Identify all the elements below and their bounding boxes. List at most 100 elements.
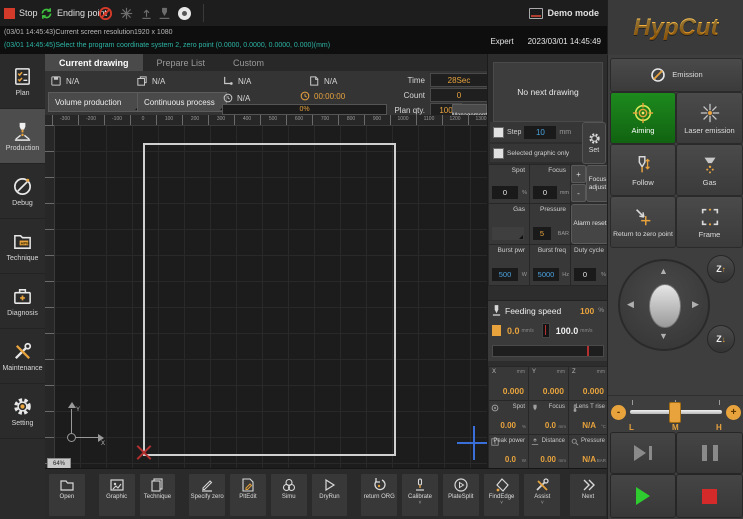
process-mode-select[interactable]: Continuous process (137, 92, 227, 112)
follow-toggle-button[interactable] (158, 0, 171, 26)
return-org-icon (371, 477, 387, 493)
findedge-button[interactable]: FindEdge ˅ (483, 473, 521, 517)
open-button[interactable]: Open (48, 473, 86, 517)
frame-button[interactable]: Frame (676, 196, 743, 248)
count-value: 0 (430, 88, 488, 102)
diagnosis-icon (12, 286, 33, 307)
feeding-speed-panel: Feeding speed 100 % 0.0 mm/s 100.0 mm/s (488, 300, 608, 361)
spot-input[interactable]: 0 (492, 186, 518, 199)
dryrun-button[interactable]: DryRun (311, 473, 349, 517)
selected-graphic-checkbox[interactable] (493, 148, 504, 159)
focus-adjust-button[interactable]: Focus adjust (586, 165, 609, 202)
dropdown-caret: ˅ (541, 501, 544, 505)
focus-minus-button[interactable]: - (571, 184, 586, 202)
tab-custom[interactable]: Custom (219, 54, 278, 71)
emission-button[interactable]: Emission (610, 58, 743, 92)
focus-input[interactable]: 0 (533, 186, 557, 199)
specify-zero-button[interactable]: Specify zero (188, 473, 226, 517)
sidebar-item-setting[interactable]: Setting (0, 384, 45, 439)
jog-down-button[interactable]: ▼ (659, 332, 668, 341)
return-zero-label: Return to zero point (613, 231, 673, 239)
single-step-button[interactable] (610, 432, 676, 474)
focus-label: Focus (548, 167, 566, 174)
sidebar-item-diagnosis[interactable]: Diagnosis (0, 274, 45, 329)
demo-mode-indicator[interactable]: Demo mode (529, 0, 599, 26)
graphic-button[interactable]: Graphic (98, 473, 136, 517)
return-org-button[interactable]: return ORG (360, 473, 398, 517)
z-up-button[interactable]: Z ↑ (707, 255, 735, 283)
sidebar-item-debug[interactable]: Debug (0, 164, 45, 219)
sidebar-label: Maintenance (2, 365, 42, 372)
alarm-reset-button[interactable]: Alarm reset (571, 204, 609, 244)
follow-button[interactable]: Follow (610, 144, 676, 196)
frame-label: Frame (699, 231, 721, 239)
drawing-canvas[interactable]: -300-200-1000100200300400500600700800900… (45, 115, 487, 468)
speed-plus-button[interactable]: + (726, 405, 741, 420)
stop-square-icon (702, 489, 717, 504)
return-zero-button[interactable]: Return to zero point (610, 196, 676, 248)
feeding-speed-bar[interactable] (492, 345, 604, 357)
pause-button[interactable] (676, 432, 743, 474)
assist-button[interactable]: Assist ˅ (523, 473, 561, 517)
coord-z-value: 0.000 (583, 386, 604, 396)
duty-cycle-input[interactable]: 0 (574, 268, 596, 281)
laser-disable-button[interactable] (98, 0, 113, 26)
focus-button[interactable] (140, 0, 153, 26)
path-icon (223, 76, 233, 86)
burst-pwr-input[interactable]: 500 (492, 268, 518, 281)
step-input[interactable]: 10 (524, 126, 556, 139)
focus-plus-button[interactable]: + (571, 165, 586, 183)
step-checkbox[interactable] (493, 127, 504, 138)
status-line-2: (03/01 14:45:45)Select the program coord… (4, 39, 330, 52)
plan-qty-label: Plan qty. (389, 106, 425, 115)
burst-freq-cell: Burst freq 5000 Hz (529, 244, 571, 286)
sidebar-item-technique[interactable]: HPM Technique (0, 219, 45, 274)
speed-slider-handle[interactable] (669, 402, 681, 423)
step-unit: mm (559, 129, 571, 136)
start-button[interactable] (610, 474, 676, 518)
dropdown-caret: ˅ (419, 501, 422, 505)
jog-pad[interactable]: ▲ ▼ ◀ ▶ (618, 259, 710, 351)
maintenance-icon (12, 341, 33, 362)
jog-center-knob[interactable] (649, 284, 681, 328)
play-icon (636, 487, 650, 505)
speed-minus-button[interactable]: - (611, 405, 626, 420)
sidebar-item-maintenance[interactable]: Maintenance (0, 329, 45, 384)
sidebar-item-production[interactable]: Production (0, 109, 45, 164)
simu-button[interactable]: Simu (270, 473, 308, 517)
gas-button[interactable]: Gas (676, 144, 743, 196)
graphic-icon (109, 477, 125, 493)
jog-up-button[interactable]: ▲ (659, 267, 668, 276)
next-button[interactable]: Next (569, 473, 607, 517)
assist-icon (534, 477, 550, 493)
status-line-1: (03/01 14:45:43)Current screen resolutio… (4, 26, 173, 39)
sidebar-item-plan[interactable]: Plan (0, 54, 45, 109)
canvas-zoom-badge: 64% (47, 458, 71, 468)
feed-icon (492, 305, 501, 316)
jog-right-button[interactable]: ▶ (692, 300, 699, 309)
set-button[interactable]: Set (582, 122, 606, 164)
tab-current-drawing[interactable]: Current drawing (45, 54, 143, 71)
calibrate-button[interactable]: Calibrate ˅ (401, 473, 439, 517)
machine-stop-button[interactable]: Stop (4, 0, 38, 26)
gas-toggle-button[interactable] (178, 0, 191, 26)
feeding-current: 0.0 (507, 326, 520, 336)
jog-left-button[interactable]: ◀ (627, 300, 634, 309)
tab-prepare-list[interactable]: Prepare List (143, 54, 220, 71)
gas-select[interactable] (492, 227, 524, 240)
sidebar-label: Debug (12, 200, 33, 207)
pltedit-button[interactable]: PltEdit (229, 473, 267, 517)
laser-emission-button[interactable]: Laser emission (676, 92, 743, 144)
open-folder-icon (59, 477, 75, 493)
burst-freq-input[interactable]: 5000 (533, 268, 559, 281)
burst-pwr-label: Burst pwr (498, 247, 525, 254)
z-down-button[interactable]: Z ↓ (707, 325, 735, 353)
laser-button[interactable] (120, 0, 133, 26)
technique-button[interactable]: Technique (139, 473, 177, 517)
pressure-input[interactable]: 5 (533, 227, 551, 240)
platesplit-button[interactable]: PlateSplit (442, 473, 480, 517)
production-mode-select[interactable]: Volume production (48, 92, 142, 112)
stop-button[interactable] (676, 474, 743, 518)
ending-point-button[interactable]: Ending point (40, 0, 107, 26)
aiming-button[interactable]: Aiming (610, 92, 676, 144)
